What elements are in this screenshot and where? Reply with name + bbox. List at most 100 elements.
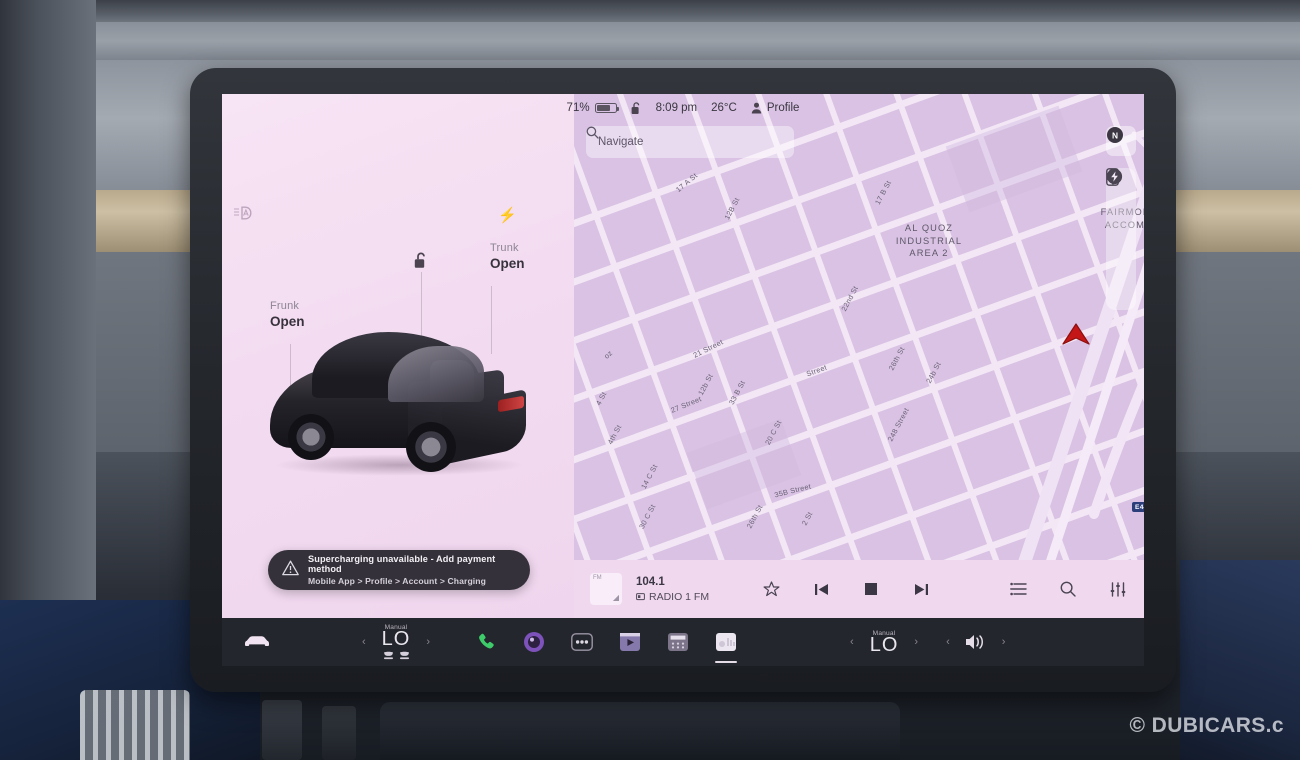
now-playing-info: 104.1 RADIO 1 FM bbox=[636, 576, 709, 603]
status-bar: 71% 8:09 pm 26°C Profile bbox=[222, 94, 1144, 122]
accelerator-pedal bbox=[262, 700, 302, 760]
climate-right: ‹ Manual LO › bbox=[850, 630, 918, 655]
temp-down-left-button[interactable]: ‹ bbox=[362, 636, 366, 648]
temperature-label: 26°C bbox=[711, 102, 737, 114]
bottom-dock: ‹ Manual LO › ‹ Manual LO › ‹ › bbox=[222, 618, 1144, 666]
profile-label: Profile bbox=[766, 102, 800, 114]
playlist-button[interactable] bbox=[1008, 579, 1028, 599]
camera-icon bbox=[524, 632, 545, 652]
unlocked-padlock-icon bbox=[631, 101, 639, 114]
map-vector-layer bbox=[574, 94, 1144, 618]
sliders-icon bbox=[1110, 581, 1126, 597]
seat-heater-icon[interactable] bbox=[399, 651, 410, 660]
skip-back-icon bbox=[814, 583, 828, 595]
equalizer-button[interactable] bbox=[1108, 579, 1128, 599]
navigate-placeholder: Navigate bbox=[598, 136, 644, 148]
active-app-indicator bbox=[715, 661, 738, 663]
vehicle-controls-panel: Frunk Open Trunk Open ⚡ Supercharging un… bbox=[222, 94, 574, 618]
search-icon bbox=[1060, 581, 1076, 597]
battery-status[interactable]: 71% bbox=[567, 102, 620, 114]
search-icon bbox=[586, 126, 599, 139]
cabin-a-pillar bbox=[0, 0, 96, 700]
star-icon bbox=[763, 580, 780, 596]
skip-forward-icon bbox=[914, 583, 928, 595]
phone-app[interactable] bbox=[474, 630, 498, 654]
next-button[interactable] bbox=[911, 579, 931, 599]
tesla-touchscreen: 71% 8:09 pm 26°C Profile Frunk Open Trun… bbox=[222, 94, 1144, 618]
person-icon bbox=[751, 102, 762, 114]
car-icon[interactable] bbox=[244, 632, 270, 652]
svg-text:N: N bbox=[1112, 130, 1118, 140]
navigate-search-box[interactable]: Navigate bbox=[586, 126, 794, 158]
compass-north-icon: N bbox=[1107, 127, 1123, 143]
volume-control: ‹ › bbox=[946, 633, 1005, 651]
supercharging-notification[interactable]: Supercharging unavailable - Add payment … bbox=[268, 550, 530, 590]
speaker-icon[interactable] bbox=[964, 633, 988, 651]
volume-down-button[interactable]: ‹ bbox=[946, 636, 950, 648]
app-launcher bbox=[474, 630, 738, 663]
stop-button[interactable] bbox=[861, 579, 881, 599]
profile-button[interactable]: Profile bbox=[751, 102, 800, 114]
vehicle-front-wheel bbox=[288, 414, 334, 460]
warning-triangle-icon bbox=[282, 560, 299, 580]
temp-up-right-button[interactable]: › bbox=[914, 636, 918, 648]
vehicle-rear-wheel bbox=[406, 422, 456, 472]
bolt-icon bbox=[1106, 168, 1123, 185]
video-app[interactable] bbox=[618, 630, 642, 654]
auto-headlight-icon[interactable] bbox=[234, 206, 254, 224]
frequency-label: 104.1 bbox=[636, 575, 665, 588]
vehicle-lock-icon[interactable] bbox=[414, 252, 429, 274]
driver-temp-value: LO bbox=[381, 628, 411, 650]
clock: 8:09 pm bbox=[656, 102, 698, 114]
traffic-list-button[interactable] bbox=[1106, 168, 1132, 232]
media-player-bar: FM ◢ 104.1 RADIO 1 FM bbox=[574, 560, 1144, 618]
center-console bbox=[380, 702, 900, 760]
more-apps[interactable] bbox=[570, 630, 594, 654]
calculator-icon bbox=[668, 633, 689, 651]
previous-button[interactable] bbox=[811, 579, 831, 599]
camera-app[interactable] bbox=[522, 630, 546, 654]
seat-heater-icon[interactable] bbox=[383, 651, 394, 660]
cabin-headliner bbox=[0, 0, 1300, 22]
dots-icon bbox=[571, 633, 593, 651]
volume-up-button[interactable]: › bbox=[1002, 636, 1006, 648]
map-pin-button[interactable] bbox=[1107, 169, 1132, 268]
list-icon bbox=[1009, 582, 1027, 596]
vehicle-illustration[interactable] bbox=[260, 302, 550, 502]
lock-status[interactable] bbox=[631, 101, 642, 115]
radio-app[interactable] bbox=[714, 630, 738, 663]
transport-controls bbox=[761, 579, 931, 599]
highway-shield: E44 bbox=[1132, 502, 1144, 512]
watermark: © DUBICARS.c bbox=[1129, 714, 1284, 737]
notification-title: Supercharging unavailable - Add payment … bbox=[308, 554, 496, 574]
toybox-app[interactable] bbox=[666, 630, 690, 654]
screenshot-root: 71% 8:09 pm 26°C Profile Frunk Open Trun… bbox=[0, 0, 1300, 760]
navigation-map[interactable]: AL QUOZ INDUSTRIAL AREA 2 FAIRMONT VILLA… bbox=[574, 94, 1144, 618]
outside-temperature[interactable]: 26°C bbox=[711, 102, 737, 114]
video-icon bbox=[620, 633, 641, 651]
charging-stations-button[interactable] bbox=[1106, 168, 1132, 304]
temp-up-left-button[interactable]: › bbox=[426, 636, 430, 648]
stop-icon bbox=[865, 583, 878, 595]
station-artwork[interactable]: FM ◢ bbox=[590, 573, 622, 605]
driver-temperature-control[interactable]: Manual LO bbox=[382, 624, 411, 660]
favorite-button[interactable] bbox=[761, 579, 781, 599]
temp-down-right-button[interactable]: ‹ bbox=[850, 636, 854, 648]
radio-card-icon bbox=[716, 633, 737, 651]
trunk-value: Open bbox=[490, 256, 525, 271]
station-label: RADIO 1 FM bbox=[649, 590, 710, 603]
bolt-icon[interactable]: ⚡ bbox=[498, 206, 517, 224]
trunk-status[interactable]: Trunk Open bbox=[490, 242, 525, 271]
band-label: FM bbox=[593, 575, 602, 581]
battery-icon bbox=[594, 103, 620, 113]
trunk-label: Trunk bbox=[490, 242, 519, 254]
time-label: 8:09 pm bbox=[655, 102, 698, 114]
cabin-upper-trim bbox=[0, 22, 1300, 60]
media-right-controls bbox=[1008, 579, 1128, 599]
phone-icon bbox=[479, 633, 494, 649]
passenger-temperature-control[interactable]: Manual LO bbox=[870, 630, 899, 655]
media-search-button[interactable] bbox=[1058, 579, 1078, 599]
climate-left: ‹ Manual LO › bbox=[362, 624, 430, 660]
compass-north-button[interactable]: N bbox=[1106, 126, 1136, 156]
radio-icon bbox=[636, 593, 645, 601]
